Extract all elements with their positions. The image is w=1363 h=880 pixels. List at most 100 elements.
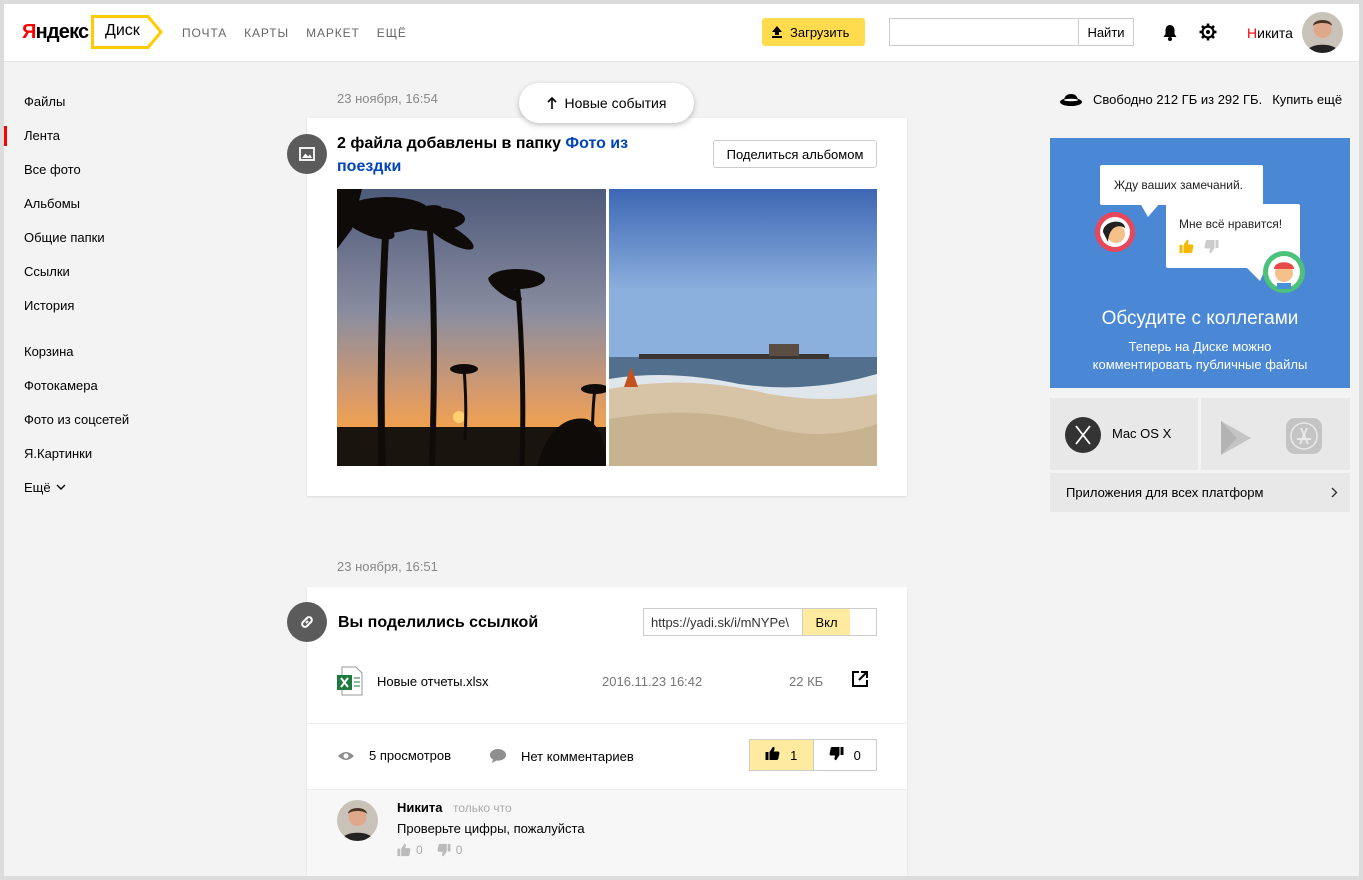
services-nav: ПОЧТА КАРТЫ МАРКЕТ ЕЩЁ (182, 26, 407, 40)
header: Яндекс Диск ПОЧТА КАРТЫ МАРКЕТ ЕЩЁ Загру… (4, 4, 1359, 62)
app-window: Яндекс Диск ПОЧТА КАРТЫ МАРКЕТ ЕЩЁ Загру… (4, 4, 1359, 876)
app-store-icon[interactable] (1285, 417, 1323, 455)
promo-banner[interactable]: Жду ваших замечаний. Мне всё нравится! О… (1050, 138, 1350, 388)
file-name[interactable]: Новые отчеты.xlsx (377, 674, 488, 689)
event-title: 2 файла добавлены в папку Фото из поездк… (337, 135, 629, 175)
person-avatar-illustration (1095, 212, 1135, 252)
sidebar-item-history[interactable]: История (4, 288, 204, 322)
comment-text: Проверьте цифры, пожалуйста (397, 821, 585, 836)
nav-maps[interactable]: КАРТЫ (244, 26, 289, 40)
event-card-shared-link: Вы поделились ссылкой https://yadi.sk/i/… (307, 587, 907, 876)
upload-button[interactable]: Загрузить (762, 18, 865, 46)
dislike-button[interactable]: 0 (814, 740, 877, 770)
image-event-icon (287, 134, 327, 174)
event-date: 23 ноября, 16:54 (337, 91, 438, 106)
vote-buttons: 1 0 (749, 739, 877, 771)
upload-icon (770, 25, 784, 39)
sidebar-item-more[interactable]: Ещё (4, 470, 204, 504)
upload-label: Загрузить (790, 24, 850, 40)
promo-subtitle: Теперь на Диске можно комментировать пуб… (1092, 339, 1308, 372)
yandex-logo[interactable]: Яндекс (22, 21, 89, 44)
gear-icon[interactable] (1199, 23, 1217, 46)
sidebar-item-feed[interactable]: Лента (4, 118, 204, 152)
chevron-right-icon (1331, 486, 1338, 501)
apps-panel: Mac OS X (1050, 398, 1350, 470)
thumbs-down-icon (1204, 240, 1219, 254)
storage-info: Свободно 212 ГБ из 292 ГБ. Купить ещё (1059, 92, 1342, 107)
buy-more-link[interactable]: Купить ещё (1272, 92, 1342, 107)
comments-section: Никита только что Проверьте цифры, пожал… (307, 789, 907, 876)
photo-thumbnail-sunset[interactable] (337, 189, 606, 466)
link-event-icon (287, 602, 327, 642)
comment-avatar[interactable] (337, 800, 378, 841)
all-platforms-link[interactable]: Приложения для всех платформ (1050, 473, 1350, 512)
storage-text: Свободно 212 ГБ из 292 ГБ. (1093, 92, 1263, 107)
google-play-icon[interactable] (1219, 420, 1253, 456)
nav-mail[interactable]: ПОЧТА (182, 26, 227, 40)
sidebar-item-yandex-images[interactable]: Я.Картинки (4, 436, 204, 470)
arrow-up-icon (546, 96, 557, 110)
share-album-button[interactable]: Поделиться альбомом (713, 140, 877, 168)
user-avatar[interactable] (1302, 12, 1343, 53)
thumbs-up-icon (765, 746, 780, 764)
thumbs-down-icon (437, 843, 451, 857)
public-link-control: https://yadi.sk/i/mNYPe\ Вкл (643, 608, 877, 636)
sidebar-item-social-photos[interactable]: Фото из соцсетей (4, 402, 204, 436)
nav-more[interactable]: ЕЩЁ (377, 26, 407, 40)
thumbs-down-icon (829, 746, 844, 764)
comment-votes: 0 0 (397, 843, 462, 857)
sidebar-item-all-photos[interactable]: Все фото (4, 152, 204, 186)
nav-market[interactable]: МАРКЕТ (306, 26, 360, 40)
photo-thumbnail-beach[interactable] (609, 189, 877, 466)
sidebar-item-trash[interactable]: Корзина (4, 334, 204, 368)
comments-stat[interactable]: Нет комментариев (489, 748, 634, 764)
bubble-tail (1140, 203, 1160, 217)
chevron-down-icon (56, 484, 66, 491)
disk-space-icon (1059, 93, 1083, 107)
link-toggle-switch[interactable] (850, 609, 876, 635)
sidebar-item-albums[interactable]: Альбомы (4, 186, 204, 220)
sidebar-item-shared-folders[interactable]: Общие папки (4, 220, 204, 254)
excel-file-icon (337, 666, 363, 701)
open-external-icon[interactable] (851, 670, 869, 693)
eye-icon (337, 750, 355, 762)
comment-like-button[interactable]: 0 (397, 843, 423, 857)
thumbs-up-icon (397, 843, 411, 857)
person-avatar-illustration (1263, 251, 1305, 293)
event-card-photos: 2 файла добавлены в папку Фото из поездк… (307, 118, 907, 496)
search-button[interactable]: Найти (1078, 19, 1133, 45)
file-date: 2016.11.23 16:42 (602, 674, 703, 689)
event-date: 23 ноября, 16:51 (337, 559, 438, 574)
macos-label: Mac OS X (1112, 426, 1172, 441)
sidebar-item-camera[interactable]: Фотокамера (4, 368, 204, 402)
search-box: Найти (889, 18, 1134, 46)
public-link-url[interactable]: https://yadi.sk/i/mNYPe\ (644, 609, 803, 635)
macos-x-icon (1065, 417, 1101, 453)
event-stats: 5 просмотров Нет комментариев 1 0 (337, 739, 877, 772)
sidebar: Файлы Лента Все фото Альбомы Общие папки… (4, 84, 204, 504)
file-row[interactable]: Новые отчеты.xlsx 2016.11.23 16:42 22 КБ (337, 666, 877, 698)
disk-tab-label: Диск (105, 22, 140, 39)
user-name[interactable]: Никита (1247, 25, 1293, 41)
promo-title: Обсудите с коллегами (1101, 308, 1299, 329)
sidebar-item-links[interactable]: Ссылки (4, 254, 204, 288)
sidebar-item-files[interactable]: Файлы (4, 84, 204, 118)
comment-time: только что (453, 801, 512, 815)
comment-bubble-icon (489, 748, 507, 764)
thumbs-up-icon (1179, 239, 1194, 253)
promo-bubble: Жду ваших замечаний. (1100, 165, 1263, 205)
file-size: 22 КБ (789, 674, 824, 689)
search-input[interactable] (890, 19, 1078, 45)
views-stat: 5 просмотров (337, 748, 451, 763)
new-events-button[interactable]: Новые события (519, 83, 694, 123)
comment-author[interactable]: Никита (397, 800, 442, 815)
app-macos[interactable]: Mac OS X (1050, 398, 1198, 470)
bell-icon[interactable] (1162, 24, 1178, 46)
link-toggle-on[interactable]: Вкл (803, 609, 850, 635)
disk-service-tab[interactable]: Диск (91, 15, 163, 49)
like-button[interactable]: 1 (750, 740, 814, 770)
comment-dislike-button[interactable]: 0 (437, 843, 462, 857)
event-title: Вы поделились ссылкой (338, 614, 539, 631)
app-mobile (1201, 398, 1350, 470)
